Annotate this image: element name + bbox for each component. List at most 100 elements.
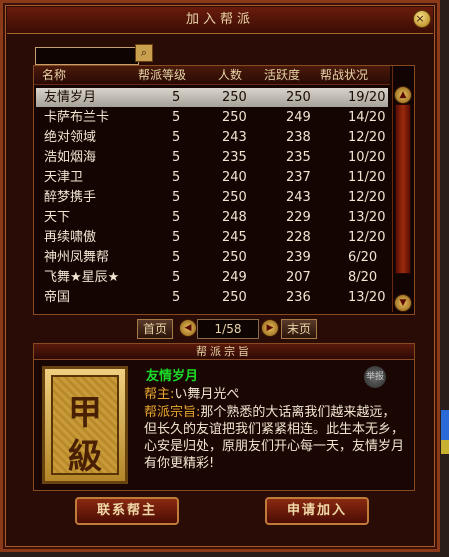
last-page-button[interactable]: 末页 [281, 319, 317, 339]
cell-war: 10/20 [348, 150, 386, 165]
cell-level: 5 [172, 110, 181, 125]
header-level[interactable]: 帮派等级 [138, 66, 186, 84]
table-row[interactable]: 绝对领域 5 243 238 12/20 [36, 128, 388, 147]
cell-members: 245 [222, 230, 247, 245]
table-row[interactable]: 帝国 5 250 236 13/20 [36, 288, 388, 307]
table-row[interactable]: 浩如烟海 5 235 235 10/20 [36, 148, 388, 167]
cell-members: 249 [222, 270, 247, 285]
cell-members: 250 [222, 190, 247, 205]
cell-activity: 235 [286, 150, 311, 165]
cell-war: 11/20 [348, 170, 386, 185]
cell-name: 天津卫 [44, 170, 84, 185]
cell-members: 250 [222, 250, 247, 265]
cell-war: 8/20 [348, 270, 378, 285]
header-war[interactable]: 帮战状况 [320, 66, 368, 84]
cell-activity: 238 [286, 130, 311, 145]
cell-name: 再续啸傲 [44, 230, 97, 245]
cell-members: 240 [222, 170, 247, 185]
cell-members: 250 [222, 290, 247, 305]
window-titlebar: 加入帮派 × [7, 7, 433, 34]
cell-war: 13/20 [348, 290, 386, 305]
search-bar: ⌕ [35, 44, 153, 65]
list-header: 名称 帮派等级 人数 活跃度 帮战状况 [34, 66, 390, 85]
cell-members: 248 [222, 210, 247, 225]
cell-war: 13/20 [348, 210, 386, 225]
table-row[interactable]: 飞舞★星辰★ 5 249 207 8/20 [36, 268, 388, 287]
table-row[interactable]: 再续啸傲 5 245 228 12/20 [36, 228, 388, 247]
tenet-text-block: 帮派宗旨:那个熟悉的大话离我们越来越远，但长久的友谊把我们紧紧相连。此生本无乡，… [144, 404, 406, 472]
table-row[interactable]: 天下 5 248 229 13/20 [36, 208, 388, 227]
next-page-button[interactable]: ▶ [261, 319, 279, 337]
tenet-label: 帮派宗旨: [144, 405, 201, 420]
prev-page-button[interactable]: ◀ [179, 319, 197, 337]
scrollbar[interactable]: ▲ ▼ [392, 66, 413, 312]
cell-activity: 229 [286, 210, 311, 225]
page-indicator: 1/58 [197, 319, 259, 339]
cell-level: 5 [172, 250, 181, 265]
cell-members: 235 [222, 150, 247, 165]
scroll-up-button[interactable]: ▲ [394, 86, 412, 104]
guild-rank-badge: 甲 級 [42, 366, 128, 484]
cell-activity: 239 [286, 250, 311, 265]
cell-level: 5 [172, 130, 181, 145]
cell-name: 卡萨布兰卡 [44, 110, 110, 125]
leader-value: い舞月光ぺ [174, 387, 240, 402]
leader-line: 帮主:い舞月光ぺ [144, 386, 239, 403]
join-guild-window: 加入帮派 × ⌕ 名称 帮派等级 人数 活跃度 帮战状况 友情岁月 5 250 250… [0, 0, 440, 552]
cell-activity: 237 [286, 170, 311, 185]
search-input[interactable] [35, 47, 139, 65]
header-members[interactable]: 人数 [218, 66, 242, 84]
cell-name: 天下 [44, 210, 71, 225]
cell-activity: 243 [286, 190, 311, 205]
badge-char-bottom: 級 [68, 437, 102, 477]
header-name[interactable]: 名称 [42, 66, 66, 84]
guild-name: 友情岁月 [146, 369, 199, 384]
cell-level: 5 [172, 230, 181, 245]
cell-level: 5 [172, 290, 181, 305]
guild-info-panel: 甲 級 友情岁月 举报 帮主:い舞月光ぺ 帮派宗旨:那个熟悉的大话离我们越来越远… [33, 359, 415, 491]
cell-activity: 236 [286, 290, 311, 305]
cell-members: 243 [222, 130, 247, 145]
cell-activity: 250 [286, 90, 311, 105]
cell-war: 12/20 [348, 190, 386, 205]
cell-level: 5 [172, 210, 181, 225]
cell-war: 12/20 [348, 230, 386, 245]
cell-level: 5 [172, 170, 181, 185]
cell-war: 19/20 [348, 90, 386, 105]
window-title: 加入帮派 [185, 12, 254, 27]
cell-name: 帝国 [44, 290, 71, 305]
side-ui-fragment-2 [441, 440, 449, 454]
side-ui-fragment [441, 410, 449, 440]
first-page-button[interactable]: 首页 [137, 319, 173, 339]
cell-war: 14/20 [348, 110, 386, 125]
report-icon[interactable]: 举报 [364, 366, 386, 388]
cell-war: 12/20 [348, 130, 386, 145]
scroll-down-button[interactable]: ▼ [394, 294, 412, 312]
cell-level: 5 [172, 190, 181, 205]
badge-char-top: 甲 [68, 393, 102, 433]
table-row[interactable]: 友情岁月 5 250 250 19/20 [36, 88, 388, 107]
table-row[interactable]: 卡萨布兰卡 5 250 249 14/20 [36, 108, 388, 127]
cell-activity: 207 [286, 270, 311, 285]
scroll-thumb[interactable] [395, 104, 411, 274]
cell-name: 浩如烟海 [44, 150, 97, 165]
apply-join-button[interactable]: 申请加入 [265, 497, 369, 525]
cell-name: 飞舞★星辰★ [44, 270, 120, 285]
cell-level: 5 [172, 150, 181, 165]
cell-name: 醉梦携手 [44, 190, 97, 205]
contact-leader-button[interactable]: 联系帮主 [75, 497, 179, 525]
cell-name: 绝对领域 [44, 130, 97, 145]
table-row[interactable]: 醉梦携手 5 250 243 12/20 [36, 188, 388, 207]
table-row[interactable]: 神州凤舞帮 5 250 239 6/20 [36, 248, 388, 267]
header-activity[interactable]: 活跃度 [264, 66, 300, 84]
cell-level: 5 [172, 270, 181, 285]
cell-members: 250 [222, 90, 247, 105]
cell-activity: 249 [286, 110, 311, 125]
search-icon[interactable]: ⌕ [135, 44, 153, 62]
cell-name: 神州凤舞帮 [44, 250, 110, 265]
cell-war: 6/20 [348, 250, 378, 265]
table-row[interactable]: 天津卫 5 240 237 11/20 [36, 168, 388, 187]
badge-inner: 甲 級 [51, 375, 119, 477]
close-button[interactable]: × [413, 10, 431, 28]
cell-members: 250 [222, 110, 247, 125]
